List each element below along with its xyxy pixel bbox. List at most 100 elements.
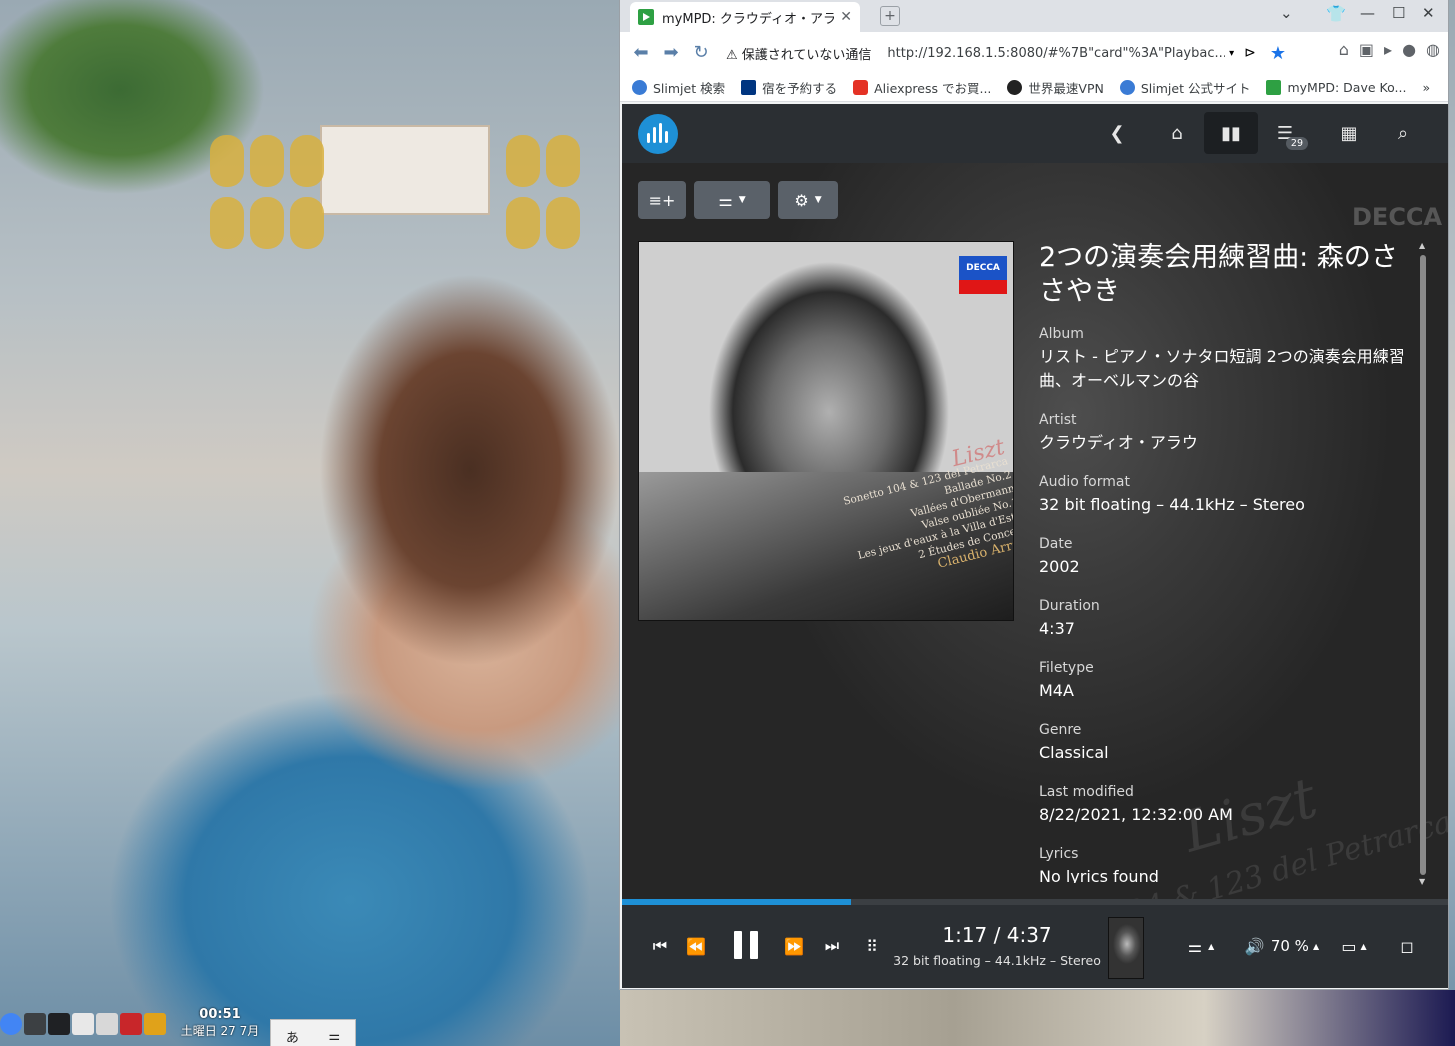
tab-list-icon[interactable]: ⌄	[1280, 4, 1293, 22]
bookmarks-more-button[interactable]: »	[1422, 80, 1430, 95]
nav-queue-button[interactable]: ☰ 29	[1258, 112, 1312, 154]
last-modified-field: Last modified 8/22/2021, 12:32:00 AM	[1039, 784, 1233, 824]
url-text[interactable]: http://192.168.1.5:8080/#%7B"card"%3A"Pl…	[887, 46, 1225, 61]
home-icon: ⌂	[1171, 122, 1183, 144]
tab-title: myMPD: クラウディオ・アラ	[662, 11, 835, 27]
tao-icon[interactable]	[96, 1013, 118, 1035]
browser-tab[interactable]: myMPD: クラウディオ・アラ ✕	[630, 2, 860, 32]
genre-field: Genre Classical	[1039, 722, 1109, 762]
scrollbar-thumb[interactable]	[1420, 255, 1426, 875]
audio-format-field: Audio format 32 bit floating – 44.1kHz – …	[1039, 474, 1305, 514]
rewind-icon: ⏪	[686, 936, 706, 956]
caret-up-icon: ▲	[1312, 941, 1320, 951]
album-cover[interactable]: DECCA Liszt Sonetto 104 & 123 del Petrar…	[638, 241, 1014, 621]
tray-icons	[0, 1013, 166, 1035]
browser-toolbar: ⬅ ➡ ↻ ⚠ 保護されていない通信 http://192.168.1.5:80…	[620, 32, 1448, 74]
drag-handle-icon[interactable]: ⠿	[860, 931, 884, 961]
nav-playback-button[interactable]: ▮▮	[1204, 112, 1258, 154]
footer-audio-format: 32 bit floating – 44.1kHz – Stereo	[893, 953, 1101, 968]
aliexpress-icon	[853, 80, 869, 95]
ime-mode[interactable]: あ	[286, 1027, 299, 1046]
reload-icon[interactable]: ↻	[688, 40, 714, 66]
bookmark-item[interactable]: 世界最速VPN	[1007, 78, 1104, 97]
slimjet-icon	[632, 80, 647, 95]
nav-home-button[interactable]: ⌂	[1150, 112, 1204, 154]
bookmark-item[interactable]: myMPD: Dave Ko...	[1266, 80, 1406, 95]
mympd-app: ❮ ⌂ ▮▮ ☰ 29 ▦ ⌕ Liszt 104 & 123 del Petra…	[622, 104, 1448, 988]
ime-indicator[interactable]: あ ⚌	[270, 1019, 356, 1046]
chevron-left-icon: ❮	[1109, 122, 1125, 144]
date-field: Date 2002	[1039, 536, 1080, 576]
sidebar-icon[interactable]: ▣	[1359, 40, 1374, 59]
menu-globe-icon[interactable]: ◍	[1426, 40, 1440, 59]
search-icon: ⌕	[1397, 122, 1409, 144]
gear-icon: ⚙	[794, 190, 809, 210]
slimjet-icon	[1119, 80, 1135, 95]
elapsed-time: 1:17 / 4:37	[942, 923, 1052, 947]
settings-dropdown[interactable]: ⚙ ▼	[778, 181, 838, 219]
bookmark-item[interactable]: Aliexpress でお買...	[853, 78, 991, 97]
bookmark-item[interactable]: 宿を予約する	[741, 78, 837, 97]
booking-icon	[741, 80, 757, 95]
nav-back-button[interactable]: ❮	[1090, 112, 1144, 154]
bookmark-star-icon[interactable]: ★	[1270, 43, 1286, 64]
filezilla-icon[interactable]	[120, 1013, 142, 1035]
more-arrow-icon[interactable]: ▸	[1384, 40, 1392, 59]
taskbar-clock[interactable]: 00:51 土曜日 27 7月	[180, 1007, 260, 1039]
album-field: Album リスト - ピアノ・ソナタロ短調 2つの演奏会用練習曲、オーベルマンの…	[1039, 326, 1405, 390]
keyboard-icon[interactable]	[72, 1013, 94, 1035]
notifications-button[interactable]: ◻	[1392, 931, 1422, 961]
rewind-button[interactable]: ⏪	[684, 931, 708, 961]
new-tab-button[interactable]: +	[880, 6, 900, 26]
add-to-queue-button[interactable]: ≡+	[638, 181, 686, 219]
security-indicator[interactable]: ⚠ 保護されていない通信	[726, 44, 871, 63]
cast-icon: ▭	[1341, 936, 1357, 956]
nav-search-button[interactable]: ⌕	[1376, 112, 1430, 154]
ime-settings-icon[interactable]: ⚌	[329, 1029, 341, 1044]
send-icon[interactable]: ⊳	[1244, 45, 1256, 61]
nav-browse-button[interactable]: ▦	[1322, 112, 1376, 154]
library-icon: ▦	[1340, 122, 1358, 144]
fast-forward-button[interactable]: ⏩	[782, 931, 806, 961]
playback-settings-button[interactable]: ⚌ ▲	[1178, 931, 1224, 961]
song-details: 2つの演奏会用練習曲: 森のささやき Album リスト - ピアノ・ソナタロ短調…	[1039, 241, 1419, 899]
bar-chart-icon: ▮▮	[1221, 122, 1241, 144]
footer-cover-thumbnail[interactable]	[1108, 917, 1144, 979]
star-app-icon[interactable]	[144, 1013, 166, 1035]
screenshot-icon[interactable]	[24, 1013, 46, 1035]
pause-button[interactable]	[734, 929, 760, 963]
tab-close-icon[interactable]: ✕	[840, 9, 852, 25]
close-window-button[interactable]: ✕	[1422, 4, 1435, 22]
duration-field: Duration 4:37	[1039, 598, 1100, 638]
forward-icon[interactable]: ➡	[658, 40, 684, 66]
volume-button[interactable]: 🔊 70 % ▲	[1242, 931, 1322, 961]
profile-icon[interactable]: ●	[1402, 40, 1416, 59]
scroll-up-icon[interactable]: ▲	[1419, 241, 1425, 250]
tune-icon: ⚌	[718, 190, 733, 210]
chat-icon: ◻	[1400, 936, 1414, 956]
playback-controls-dropdown[interactable]: ⚌ ▼	[694, 181, 770, 219]
bookmark-item[interactable]: Slimjet 検索	[632, 78, 725, 97]
back-icon[interactable]: ⬅	[628, 40, 654, 66]
skin-icon[interactable]: 👕	[1326, 4, 1346, 23]
skip-next-icon: ⏭	[824, 936, 840, 955]
skip-next-button[interactable]: ⏭	[820, 931, 844, 961]
toolbar-extensions: ⌂ ▣ ▸ ● ◍	[1339, 40, 1440, 59]
desktop-taskbar: 00:51 土曜日 27 7月 あ ⚌	[0, 1007, 1080, 1046]
chrome-icon[interactable]	[0, 1013, 22, 1035]
artist-field: Artist クラウディオ・アラウ	[1039, 412, 1198, 452]
url-dropdown-icon[interactable]: ▾	[1229, 48, 1234, 59]
skip-previous-icon: ⏮	[652, 936, 668, 955]
maximize-button[interactable]: ☐	[1392, 4, 1405, 22]
address-bar[interactable]: ⚠ 保護されていない通信 http://192.168.1.5:8080/#%7…	[726, 38, 1286, 68]
details-scrollbar[interactable]: ▲ ▼	[1418, 241, 1428, 889]
scroll-down-icon[interactable]: ▼	[1419, 877, 1425, 886]
terminal-icon[interactable]	[48, 1013, 70, 1035]
queue-count-badge: 29	[1285, 137, 1308, 150]
minimize-button[interactable]: —	[1360, 4, 1375, 22]
mympd-logo-icon[interactable]	[638, 114, 678, 154]
output-cast-button[interactable]: ▭ ▲	[1334, 931, 1374, 961]
home-icon[interactable]: ⌂	[1339, 40, 1349, 59]
bookmark-item[interactable]: Slimjet 公式サイト	[1119, 78, 1250, 97]
skip-previous-button[interactable]: ⏮	[648, 931, 672, 961]
